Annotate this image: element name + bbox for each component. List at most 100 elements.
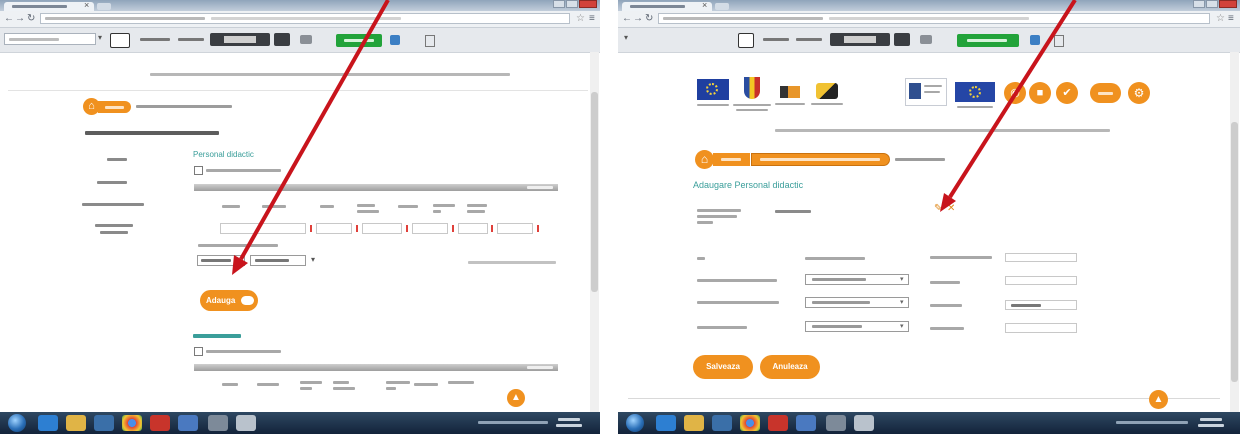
maximize-button[interactable] <box>566 0 578 8</box>
toolbar-icon[interactable] <box>738 33 754 48</box>
pencil-icon[interactable]: ✎ <box>934 203 942 214</box>
sidebar-item[interactable] <box>97 181 127 184</box>
app-icon[interactable] <box>236 415 256 431</box>
language-button[interactable] <box>1090 83 1121 103</box>
chrome-icon[interactable] <box>740 415 760 431</box>
internet-explorer-icon[interactable] <box>38 415 58 431</box>
browser-tab[interactable]: × <box>4 0 94 11</box>
settings-icon[interactable]: ⚙ <box>1128 82 1150 104</box>
arrow-up-icon[interactable]: ▲ <box>507 389 525 407</box>
minimize-button[interactable] <box>1193 0 1205 8</box>
input-field[interactable] <box>220 223 306 234</box>
media-player-icon[interactable] <box>94 415 114 431</box>
back-icon[interactable]: ← <box>622 13 632 24</box>
info-icon[interactable]: ◉ <box>1004 82 1026 104</box>
check-icon[interactable]: ✔ <box>1056 82 1078 104</box>
start-icon[interactable] <box>8 414 26 432</box>
app-icon[interactable] <box>150 415 170 431</box>
folder-icon[interactable] <box>684 415 704 431</box>
tray-icons[interactable] <box>1116 421 1188 424</box>
menu-icon[interactable]: ≡ <box>589 13 595 24</box>
sidebar-item[interactable] <box>107 158 127 161</box>
checkbox[interactable] <box>194 166 203 175</box>
new-tab-button[interactable] <box>715 3 729 10</box>
toolbar-item[interactable] <box>178 38 204 41</box>
url-field[interactable] <box>658 13 1210 24</box>
toolbar-green-button[interactable] <box>336 34 382 47</box>
reload-icon[interactable]: ↻ <box>27 13 35 24</box>
menu-icon[interactable]: ≡ <box>1228 13 1234 24</box>
sidebar-item[interactable] <box>82 203 144 206</box>
toolbar-icon[interactable] <box>920 35 932 44</box>
close-icon[interactable]: × <box>84 0 89 10</box>
sidebar-item[interactable] <box>100 231 128 234</box>
arrow-up-icon[interactable]: ▲ <box>1149 390 1168 409</box>
url-field[interactable] <box>40 13 570 24</box>
add-button[interactable]: Adauga <box>200 290 258 311</box>
breadcrumb-parent[interactable] <box>751 153 890 166</box>
app-icon[interactable] <box>768 415 788 431</box>
folder-icon[interactable] <box>66 415 86 431</box>
star-icon[interactable]: ☆ <box>1216 13 1225 24</box>
browser-tab[interactable]: × <box>622 0 712 11</box>
house-icon[interactable]: ⌂ <box>695 150 714 169</box>
close-window-button[interactable] <box>1219 0 1237 8</box>
app-icon[interactable] <box>854 415 874 431</box>
sidebar-item[interactable] <box>95 224 133 227</box>
date-input[interactable] <box>1005 300 1077 310</box>
text-input[interactable] <box>1005 253 1077 262</box>
toolbar-item[interactable] <box>763 38 789 41</box>
toolbar-search-input[interactable] <box>4 33 96 45</box>
input-field[interactable] <box>412 223 448 234</box>
dropdown-select[interactable] <box>197 255 245 266</box>
new-tab-button[interactable] <box>97 3 111 10</box>
toolbar-icon[interactable] <box>274 33 290 46</box>
input-field[interactable] <box>316 223 352 234</box>
toolbar-field[interactable] <box>830 33 890 46</box>
input-field[interactable] <box>362 223 402 234</box>
close-icon[interactable]: ✕ <box>947 203 955 214</box>
app-icon[interactable] <box>826 415 846 431</box>
text-input[interactable] <box>1005 276 1077 285</box>
tray-icons[interactable] <box>478 421 548 424</box>
internet-explorer-icon[interactable] <box>656 415 676 431</box>
chevron-down-icon[interactable]: ▾ <box>624 33 628 42</box>
toolbar-icon[interactable] <box>1030 35 1040 45</box>
start-icon[interactable] <box>626 414 644 432</box>
chrome-icon[interactable] <box>122 415 142 431</box>
save-button[interactable]: Salveaza <box>693 355 753 379</box>
dropdown-select[interactable]: ▾ <box>805 274 909 285</box>
toolbar-green-button[interactable] <box>957 34 1019 47</box>
message-icon[interactable]: ■ <box>1029 82 1051 104</box>
forward-icon[interactable]: → <box>633 13 643 24</box>
dropdown-select[interactable]: ▾ <box>805 321 909 332</box>
input-field[interactable] <box>497 223 533 234</box>
scrollbar-thumb[interactable] <box>591 92 598 292</box>
forward-icon[interactable]: → <box>15 13 25 24</box>
scrollbar-thumb[interactable] <box>1231 122 1238 382</box>
toolbar-item[interactable] <box>796 38 822 41</box>
minimize-button[interactable] <box>553 0 565 8</box>
dropdown-select[interactable] <box>250 255 306 266</box>
app-icon[interactable] <box>796 415 816 431</box>
media-player-icon[interactable] <box>712 415 732 431</box>
scrollbar[interactable] <box>1230 52 1239 412</box>
breadcrumb-home[interactable] <box>98 101 131 113</box>
back-icon[interactable]: ← <box>4 13 14 24</box>
toolbar-icon[interactable] <box>390 35 400 45</box>
cancel-button[interactable]: Anuleaza <box>760 355 820 379</box>
input-field[interactable] <box>458 223 488 234</box>
toolbar-field[interactable] <box>210 33 270 46</box>
toolbar-item[interactable] <box>140 38 170 41</box>
toolbar-icon[interactable] <box>300 35 312 44</box>
checkbox[interactable] <box>194 347 203 356</box>
app-icon[interactable] <box>208 415 228 431</box>
breadcrumb-home[interactable] <box>713 153 750 166</box>
star-icon[interactable]: ☆ <box>576 13 585 24</box>
toolbar-icon[interactable] <box>110 33 130 48</box>
chevron-down-icon[interactable]: ▾ <box>311 255 315 264</box>
toolbar-icon[interactable] <box>894 33 910 46</box>
scrollbar[interactable] <box>590 52 599 412</box>
dropdown-select[interactable]: ▾ <box>805 297 909 308</box>
reload-icon[interactable]: ↻ <box>645 13 653 24</box>
